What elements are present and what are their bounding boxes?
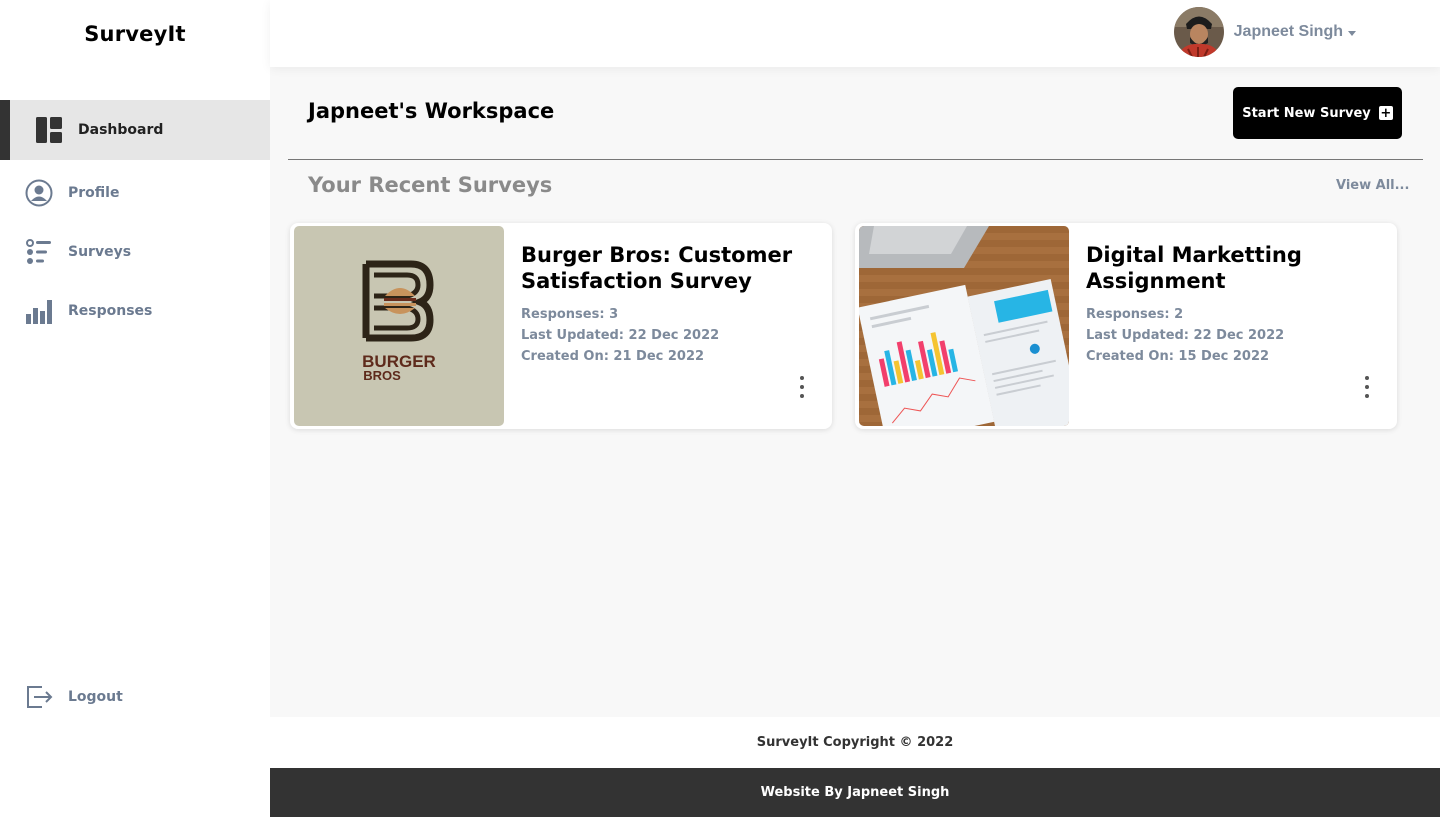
sidebar-item-responses[interactable]: Responses [0, 281, 270, 341]
logout-icon [25, 683, 53, 711]
survey-meta: Responses: 3 Last Updated: 22 Dec 2022 C… [521, 304, 719, 367]
logout-button[interactable]: Logout [0, 667, 270, 727]
sidebar-item-surveys[interactable]: Surveys [0, 222, 270, 282]
footer-credit: Website By Japneet Singh [270, 768, 1440, 817]
survey-card[interactable]: Digital Marketting Assignment Responses:… [855, 223, 1397, 429]
more-options-icon[interactable] [794, 375, 810, 399]
caret-down-icon [1348, 30, 1356, 36]
logout-label: Logout [68, 689, 123, 705]
survey-card[interactable]: BURGER BROS Burger Bros: Customer Satisf… [290, 223, 832, 429]
list-icon [25, 238, 53, 266]
sidebar-item-label: Profile [68, 185, 120, 201]
profile-icon [25, 179, 53, 207]
survey-thumbnail: BURGER BROS [294, 226, 504, 426]
divider [288, 159, 1423, 160]
user-menu[interactable]: Japneet Singh [1173, 7, 1356, 57]
survey-last-updated: Last Updated: 22 Dec 2022 [1086, 328, 1285, 343]
bar-chart-icon [25, 297, 53, 325]
dashboard-icon [35, 116, 63, 144]
user-avatar[interactable] [1173, 7, 1224, 57]
start-new-survey-button[interactable]: Start New Survey + [1233, 87, 1402, 139]
survey-responses: Responses: 3 [521, 307, 619, 322]
sidebar-item-label: Surveys [68, 244, 132, 260]
user-name: Japneet Singh [1233, 23, 1343, 40]
view-all-link[interactable]: View All... [1336, 178, 1409, 193]
top-bar: Japneet Singh [270, 0, 1440, 67]
more-options-icon[interactable] [1359, 375, 1375, 399]
svg-text:BROS: BROS [363, 368, 401, 383]
plus-icon: + [1378, 105, 1393, 121]
survey-meta: Responses: 2 Last Updated: 22 Dec 2022 C… [1086, 304, 1284, 367]
sidebar: SurveyIt Dashboard Profile Surveys Respo… [0, 0, 270, 817]
survey-responses: Responses: 2 [1086, 307, 1184, 322]
start-new-survey-label: Start New Survey [1242, 105, 1371, 121]
sidebar-item-label: Responses [68, 303, 153, 319]
survey-last-updated: Last Updated: 22 Dec 2022 [521, 328, 720, 343]
page-title: Japneet's Workspace [308, 99, 555, 123]
footer-copyright: SurveyIt Copyright © 2022 [270, 717, 1440, 768]
sidebar-item-dashboard[interactable]: Dashboard [0, 100, 270, 160]
sidebar-item-profile[interactable]: Profile [0, 163, 270, 223]
brand-logo[interactable]: SurveyIt [0, 22, 270, 46]
section-title: Your Recent Surveys [308, 173, 553, 197]
survey-created-on: Created On: 21 Dec 2022 [521, 349, 705, 364]
survey-title: Digital Marketting Assignment [1086, 243, 1302, 293]
sidebar-item-label: Dashboard [78, 122, 164, 138]
survey-thumbnail [859, 226, 1069, 426]
survey-created-on: Created On: 15 Dec 2022 [1086, 349, 1270, 364]
survey-title: Burger Bros: Customer Satisfaction Surve… [521, 243, 793, 293]
